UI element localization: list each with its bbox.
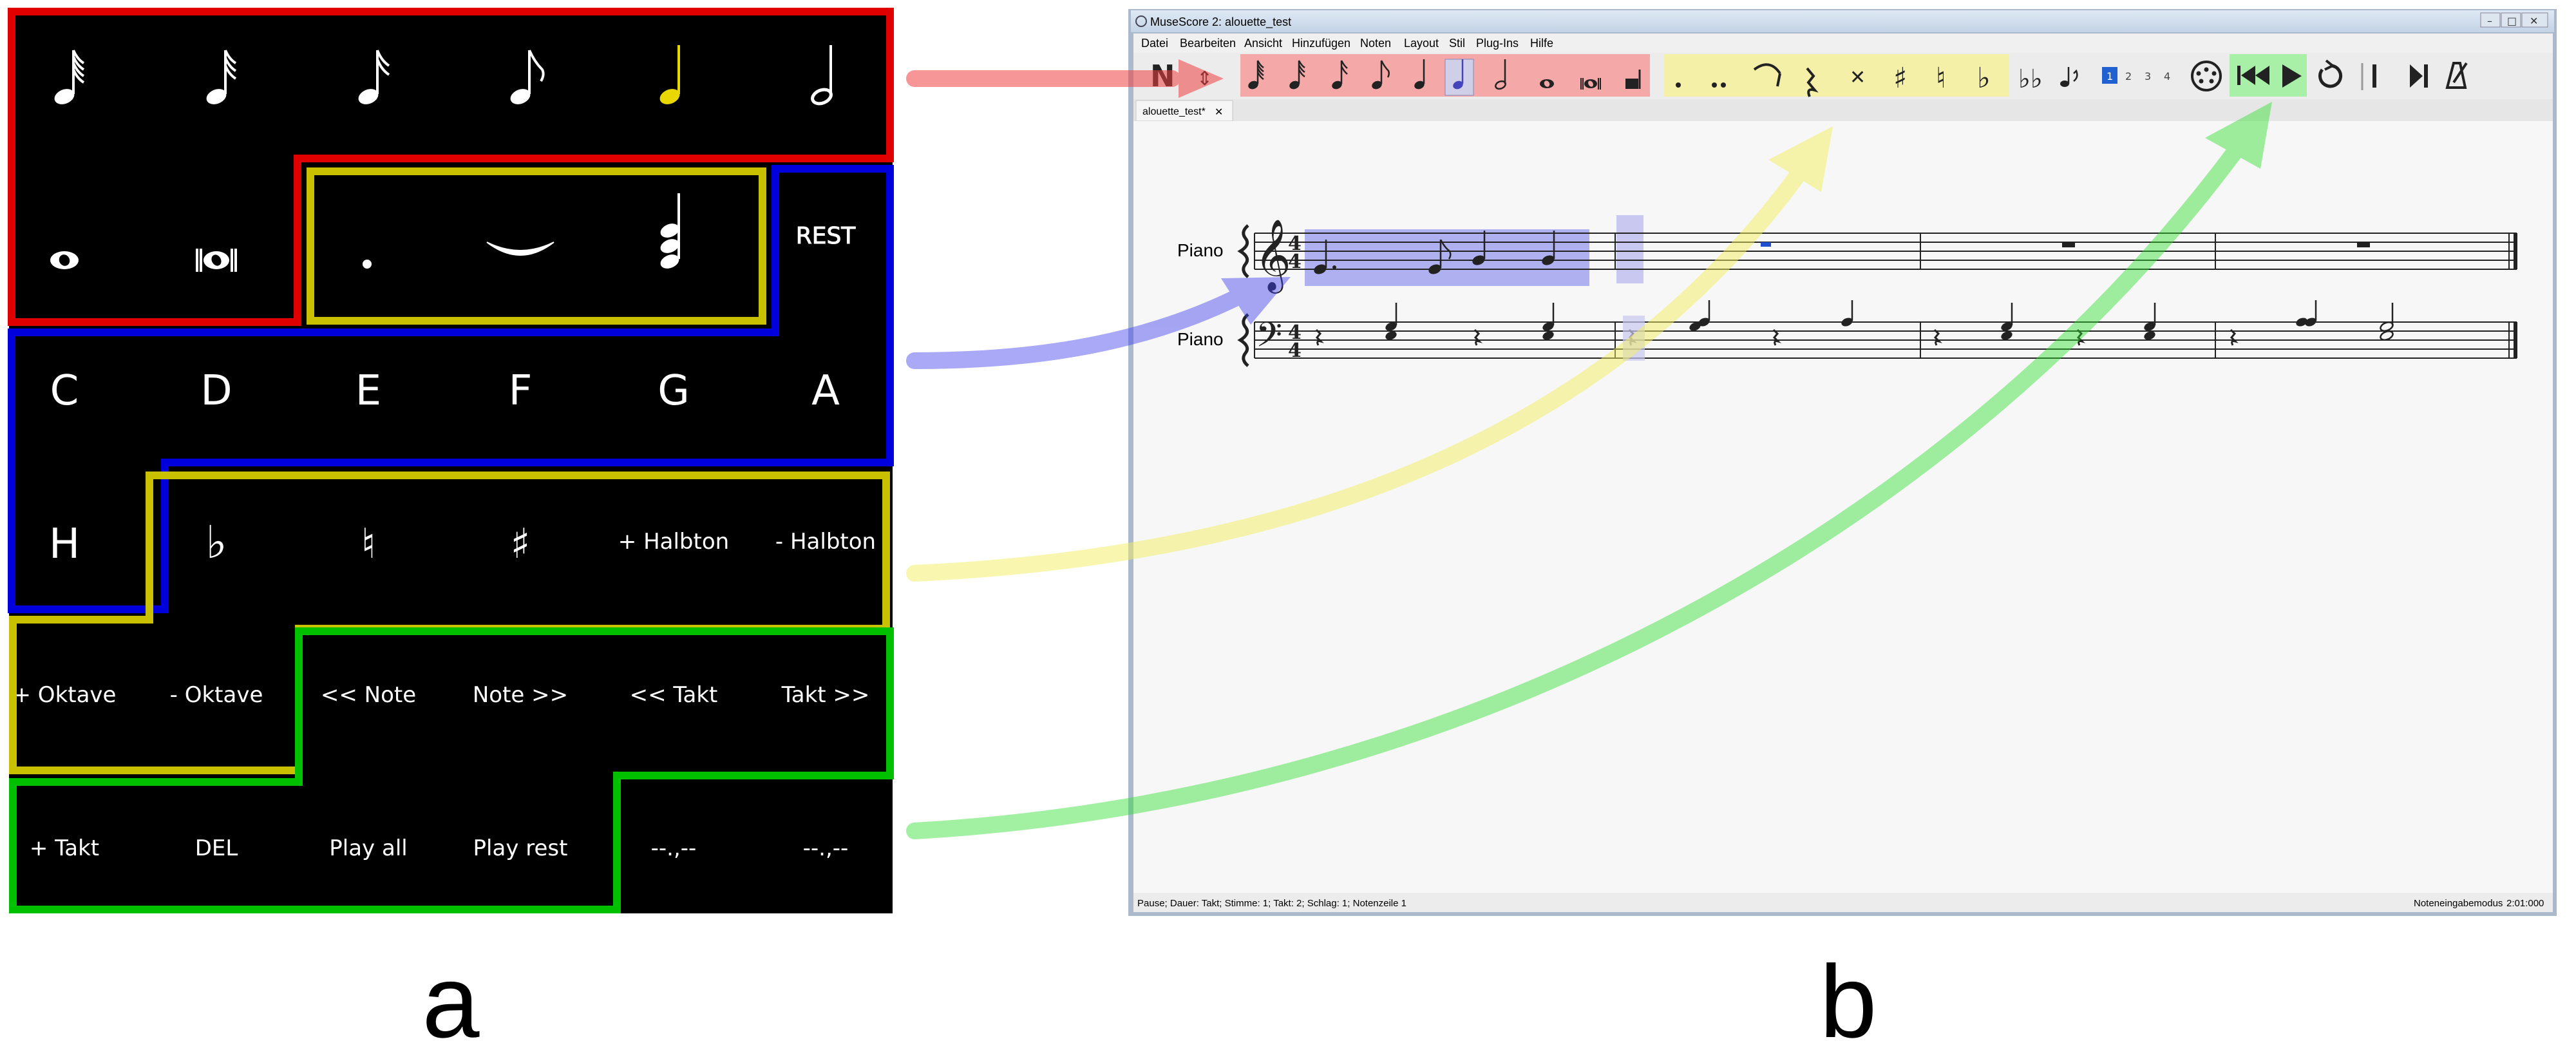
measure-rest-3: [2062, 242, 2075, 247]
toolbar-whole-button[interactable]: [1540, 79, 1554, 88]
note-a-button[interactable]: A: [811, 367, 840, 415]
dot-icon[interactable]: [1676, 82, 1681, 88]
sharp-icon[interactable]: ♯: [1893, 62, 1907, 95]
next-measure-button[interactable]: Takt >>: [781, 682, 870, 708]
menu-ansicht[interactable]: Ansicht: [1244, 37, 1282, 50]
voice-4-button[interactable]: 4: [2164, 70, 2170, 82]
measure-rest-4: [2357, 242, 2370, 247]
panel-label-a: a: [422, 944, 480, 1048]
score-tab-label: alouette_test*: [1142, 106, 1206, 117]
voice-2-button[interactable]: 2: [2125, 70, 2132, 82]
figure-canvas: REST C D E F G A H ♭ ♮ ♯ + Halbton - Hal…: [8, 8, 2557, 1048]
window-title: MuseScore 2: alouette_test: [1150, 15, 1291, 29]
add-measure-button[interactable]: + Takt: [30, 835, 99, 861]
bass-clef-icon: 𝄢: [1256, 316, 1282, 363]
input-cursor-highlight: [1616, 215, 1643, 283]
semitone-down-button[interactable]: - Halbton: [775, 529, 876, 555]
note-c-button[interactable]: C: [50, 367, 79, 415]
voice-3-button[interactable]: 3: [2145, 70, 2151, 82]
whole-note-button[interactable]: [50, 251, 79, 269]
augmentation-dot-icon: [363, 260, 372, 269]
status-mode: Noteneingabemodus: [2414, 898, 2503, 909]
toolbar-selected-duration: [1444, 59, 1474, 96]
menu-noten[interactable]: Noten: [1360, 37, 1391, 50]
note-e-button[interactable]: E: [355, 367, 381, 415]
note-h-button[interactable]: H: [49, 520, 80, 568]
flat-icon[interactable]: ♭: [1977, 62, 1991, 95]
rest-button[interactable]: REST: [795, 223, 857, 250]
window-controls: – □ ✕: [2480, 12, 2548, 28]
voice-1-label: 1: [2107, 70, 2113, 82]
note-f-button[interactable]: F: [509, 367, 533, 415]
empty-slot-1[interactable]: --.,--: [651, 835, 697, 861]
selected-measure-rest: [1761, 242, 1771, 247]
minimize-icon: –: [2487, 15, 2492, 27]
longa-icon: [1625, 79, 1638, 89]
menu-datei[interactable]: Datei: [1141, 37, 1168, 50]
close-icon: ✕: [2530, 15, 2538, 27]
augmentation-dot-button[interactable]: [363, 260, 372, 269]
svg-text:4: 4: [1288, 251, 1302, 273]
menu-hilfe[interactable]: Hilfe: [1530, 37, 1553, 50]
flat-button[interactable]: ♭: [205, 516, 227, 569]
prev-note-button[interactable]: << Note: [321, 682, 416, 708]
status-time: 2:01:000: [2506, 898, 2544, 909]
octave-down-button[interactable]: - Oktave: [170, 682, 263, 708]
menu-layout[interactable]: Layout: [1404, 37, 1439, 50]
panel-a: REST C D E F G A H ♭ ♮ ♯ + Halbton - Hal…: [8, 8, 894, 1048]
delete-button[interactable]: DEL: [195, 835, 238, 861]
octave-up-button[interactable]: + Oktave: [13, 682, 117, 708]
menu-plugins[interactable]: Plug-Ins: [1476, 37, 1519, 50]
prev-measure-button[interactable]: << Takt: [630, 682, 718, 708]
tab-bar: [1133, 99, 2553, 121]
natural-button[interactable]: ♮: [361, 520, 376, 568]
panel-label-b: b: [1820, 944, 1877, 1048]
play-all-button[interactable]: Play all: [329, 835, 407, 861]
time-signature-2: 44: [1288, 321, 1302, 362]
time-signature-1: 44: [1288, 233, 1302, 273]
menu-items: Datei Bearbeiten Ansicht Hinzufügen Note…: [1141, 37, 1553, 50]
menu-bearbeiten[interactable]: Bearbeiten: [1180, 37, 1236, 50]
loop-in-icon: [2372, 64, 2376, 88]
rewind-icon: [2237, 66, 2240, 85]
status-left: Pause; Dauer: Takt; Stimme: 1; Takt: 2; …: [1137, 898, 1406, 909]
double-flat-icon[interactable]: ♭♭: [2018, 64, 2043, 94]
double-dot-icon: [1712, 82, 1717, 88]
sharp-button[interactable]: ♯: [511, 520, 531, 568]
tab-close-icon[interactable]: ✕: [1215, 107, 1223, 118]
menu-stil[interactable]: Stil: [1449, 37, 1465, 50]
loop-in-button[interactable]: [2372, 64, 2376, 88]
play-rest-button[interactable]: Play rest: [473, 835, 568, 861]
note-d-button[interactable]: D: [200, 367, 232, 415]
instrument-label-2: Piano: [1177, 329, 1224, 349]
window-titlebar: [1131, 10, 2554, 32]
note-g-button[interactable]: G: [658, 367, 690, 415]
menu-hinzufuegen[interactable]: Hinzufügen: [1292, 37, 1350, 50]
next-note-button[interactable]: Note >>: [473, 682, 568, 708]
instrument-label-1: Piano: [1177, 240, 1224, 260]
empty-slot-2[interactable]: --.,--: [803, 835, 849, 861]
maximize-icon: □: [2507, 15, 2517, 27]
semitone-up-button[interactable]: + Halbton: [618, 529, 729, 555]
double-sharp-icon[interactable]: ✕: [1850, 66, 1866, 89]
natural-icon[interactable]: ♮: [1936, 62, 1946, 95]
svg-text:4: 4: [1288, 339, 1302, 362]
